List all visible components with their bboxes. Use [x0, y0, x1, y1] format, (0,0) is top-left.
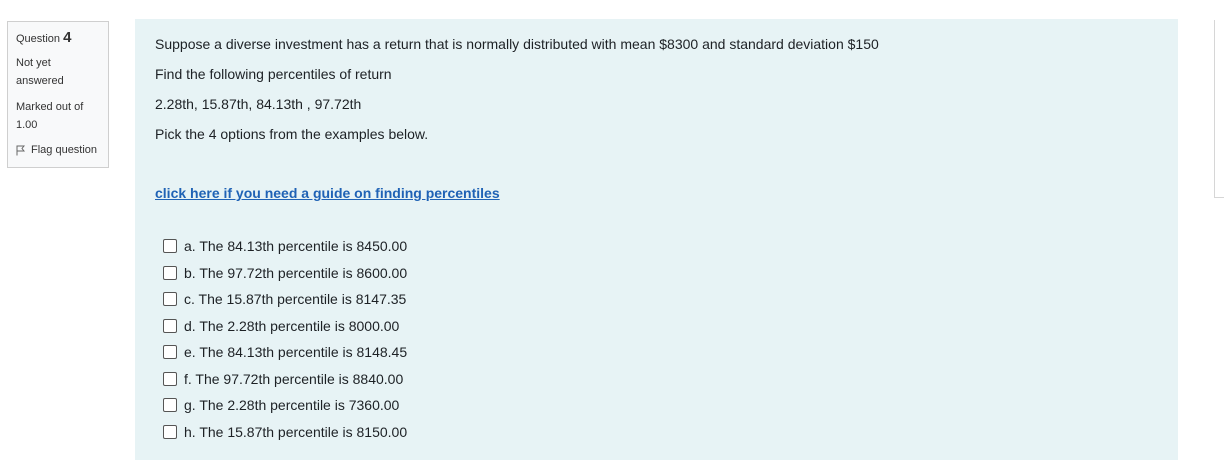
answer-checkbox[interactable] — [163, 371, 177, 386]
answer-option-f[interactable]: f. The 97.72th percentile is 8840.00 — [163, 366, 407, 393]
answer-checkbox[interactable] — [163, 345, 177, 360]
flag-outline-icon — [16, 145, 25, 155]
question-grade: Marked out of 1.00 — [16, 98, 108, 134]
answer-checkbox[interactable] — [163, 424, 177, 439]
answer-checkbox[interactable] — [163, 292, 177, 307]
question-number: Question 4 — [16, 30, 108, 47]
answer-label: d. The 2.28th percentile is 8000.00 — [184, 317, 400, 334]
answer-label: f. The 97.72th percentile is 8840.00 — [184, 370, 404, 387]
state-line-2: answered — [16, 75, 64, 87]
question-number-value: 4 — [63, 29, 72, 46]
answer-checkbox[interactable] — [163, 239, 177, 254]
question-content: Suppose a diverse investment has a retur… — [135, 19, 1178, 460]
answer-label: h. The 15.87th percentile is 8150.00 — [184, 423, 408, 440]
answer-checkbox[interactable] — [163, 318, 177, 333]
answer-option-d[interactable]: d. The 2.28th percentile is 8000.00 — [163, 313, 407, 340]
answer-option-a[interactable]: a. The 84.13th percentile is 8450.00 — [163, 233, 407, 260]
answer-label: g. The 2.28th percentile is 7360.00 — [184, 397, 400, 414]
answer-option-h[interactable]: h. The 15.87th percentile is 8150.00 — [163, 419, 407, 446]
answer-option-b[interactable]: b. The 97.72th percentile is 8600.00 — [163, 260, 407, 287]
flag-question-label: Flag question — [31, 144, 98, 156]
grade-line-1: Marked out of — [16, 101, 84, 113]
question-text-line-1: Suppose a diverse investment has a retur… — [155, 36, 879, 52]
answer-label: a. The 84.13th percentile is 8450.00 — [184, 238, 408, 255]
answer-label: c. The 15.87th percentile is 8147.35 — [184, 291, 407, 308]
state-line-1: Not yet — [16, 57, 51, 69]
percentile-guide-link[interactable]: click here if you need a guide on findin… — [155, 185, 500, 201]
answer-option-g[interactable]: g. The 2.28th percentile is 7360.00 — [163, 392, 407, 419]
answer-option-e[interactable]: e. The 84.13th percentile is 8148.45 — [163, 339, 407, 366]
flag-question-button[interactable]: Flag question — [16, 141, 108, 159]
answer-label: e. The 84.13th percentile is 8148.45 — [184, 344, 408, 361]
question-state: Not yet answered — [16, 54, 108, 90]
side-panel-edge — [1214, 20, 1224, 198]
question-info-panel: Question 4 Not yet answered Marked out o… — [7, 21, 109, 168]
question-text-line-2: Find the following percentiles of return — [155, 66, 392, 82]
answer-checkbox[interactable] — [163, 265, 177, 280]
grade-line-2: 1.00 — [16, 119, 38, 131]
question-label: Question — [16, 33, 61, 45]
answer-label: b. The 97.72th percentile is 8600.00 — [184, 264, 408, 281]
question-text-line-3: 2.28th, 15.87th, 84.13th , 97.72th — [155, 96, 362, 112]
answer-option-c[interactable]: c. The 15.87th percentile is 8147.35 — [163, 286, 407, 313]
answer-checkbox[interactable] — [163, 398, 177, 413]
answer-options: a. The 84.13th percentile is 8450.00 b. … — [163, 233, 407, 445]
question-text-line-4: Pick the 4 options from the examples bel… — [155, 126, 429, 142]
